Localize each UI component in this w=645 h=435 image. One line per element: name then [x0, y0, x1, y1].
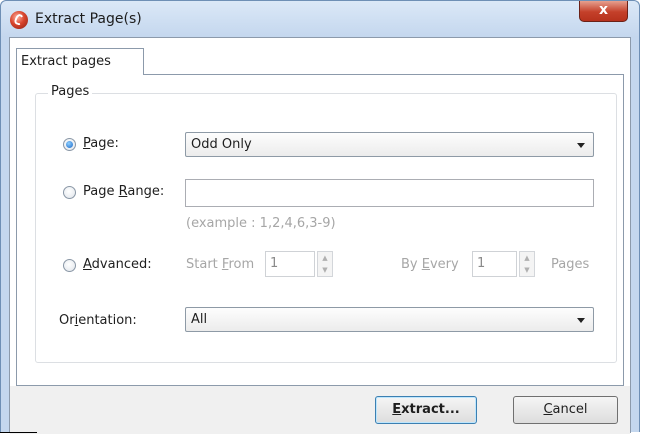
orientation-label: Orientation: — [59, 313, 137, 328]
orientation-dropdown-value: All — [191, 312, 208, 327]
extract-button[interactable]: Extract... — [375, 396, 477, 424]
advanced-radio[interactable] — [63, 259, 76, 272]
start-from-label: Start From — [186, 257, 255, 272]
window-title: Extract Page(s) — [35, 11, 142, 27]
page-range-radio[interactable] — [63, 186, 76, 199]
chevron-down-icon — [577, 143, 585, 148]
extract-pages-dialog: Extract Page(s) x Extract pages Pages Pa… — [0, 0, 640, 434]
by-every-label: By Every — [401, 257, 459, 272]
pages-unit-label: Pages — [551, 257, 590, 272]
page-dropdown-value: Odd Only — [191, 137, 252, 152]
pages-group: Pages Page: Odd Only Page Range: (exampl… — [35, 84, 617, 363]
button-bar: Extract... Cancel — [10, 386, 630, 434]
advanced-radio-label[interactable]: Advanced: — [83, 257, 152, 272]
page-dropdown[interactable]: Odd Only — [185, 132, 594, 157]
by-every-value: 1 — [477, 256, 486, 271]
page-range-radio-label[interactable]: Page Range: — [83, 184, 164, 199]
app-logo-icon — [10, 11, 28, 29]
start-from-input[interactable]: 1 — [265, 251, 315, 277]
orientation-dropdown[interactable]: All — [185, 307, 594, 332]
spin-up-icon[interactable]: ▲ — [318, 252, 332, 264]
tab-extract-pages[interactable]: Extract pages — [16, 48, 144, 75]
dialog-body: Extract pages Pages Page: Odd Only Page … — [9, 37, 631, 434]
page-radio-label[interactable]: Page: — [83, 136, 119, 151]
start-from-spinner[interactable]: ▲ ▼ — [317, 251, 333, 277]
by-every-spinner[interactable]: ▲ ▼ — [519, 251, 535, 277]
page-range-example: (example : 1,2,4,6,3-9) — [186, 216, 336, 231]
by-every-input[interactable]: 1 — [472, 251, 517, 277]
chevron-down-icon — [577, 318, 585, 323]
pages-group-label: Pages — [48, 84, 93, 99]
start-from-value: 1 — [270, 256, 279, 271]
page-radio[interactable] — [63, 138, 76, 151]
tab-strip: Extract pages — [10, 38, 630, 75]
spin-up-icon[interactable]: ▲ — [520, 252, 534, 264]
spin-down-icon[interactable]: ▼ — [318, 264, 332, 276]
cancel-button[interactable]: Cancel — [513, 396, 618, 424]
tab-panel: Pages Page: Odd Only Page Range: (exampl… — [16, 74, 624, 386]
title-bar[interactable]: Extract Page(s) x — [1, 1, 639, 37]
close-button[interactable]: x — [579, 1, 628, 22]
spin-down-icon[interactable]: ▼ — [520, 264, 534, 276]
page-range-input[interactable] — [185, 179, 594, 207]
background-line — [0, 432, 37, 433]
